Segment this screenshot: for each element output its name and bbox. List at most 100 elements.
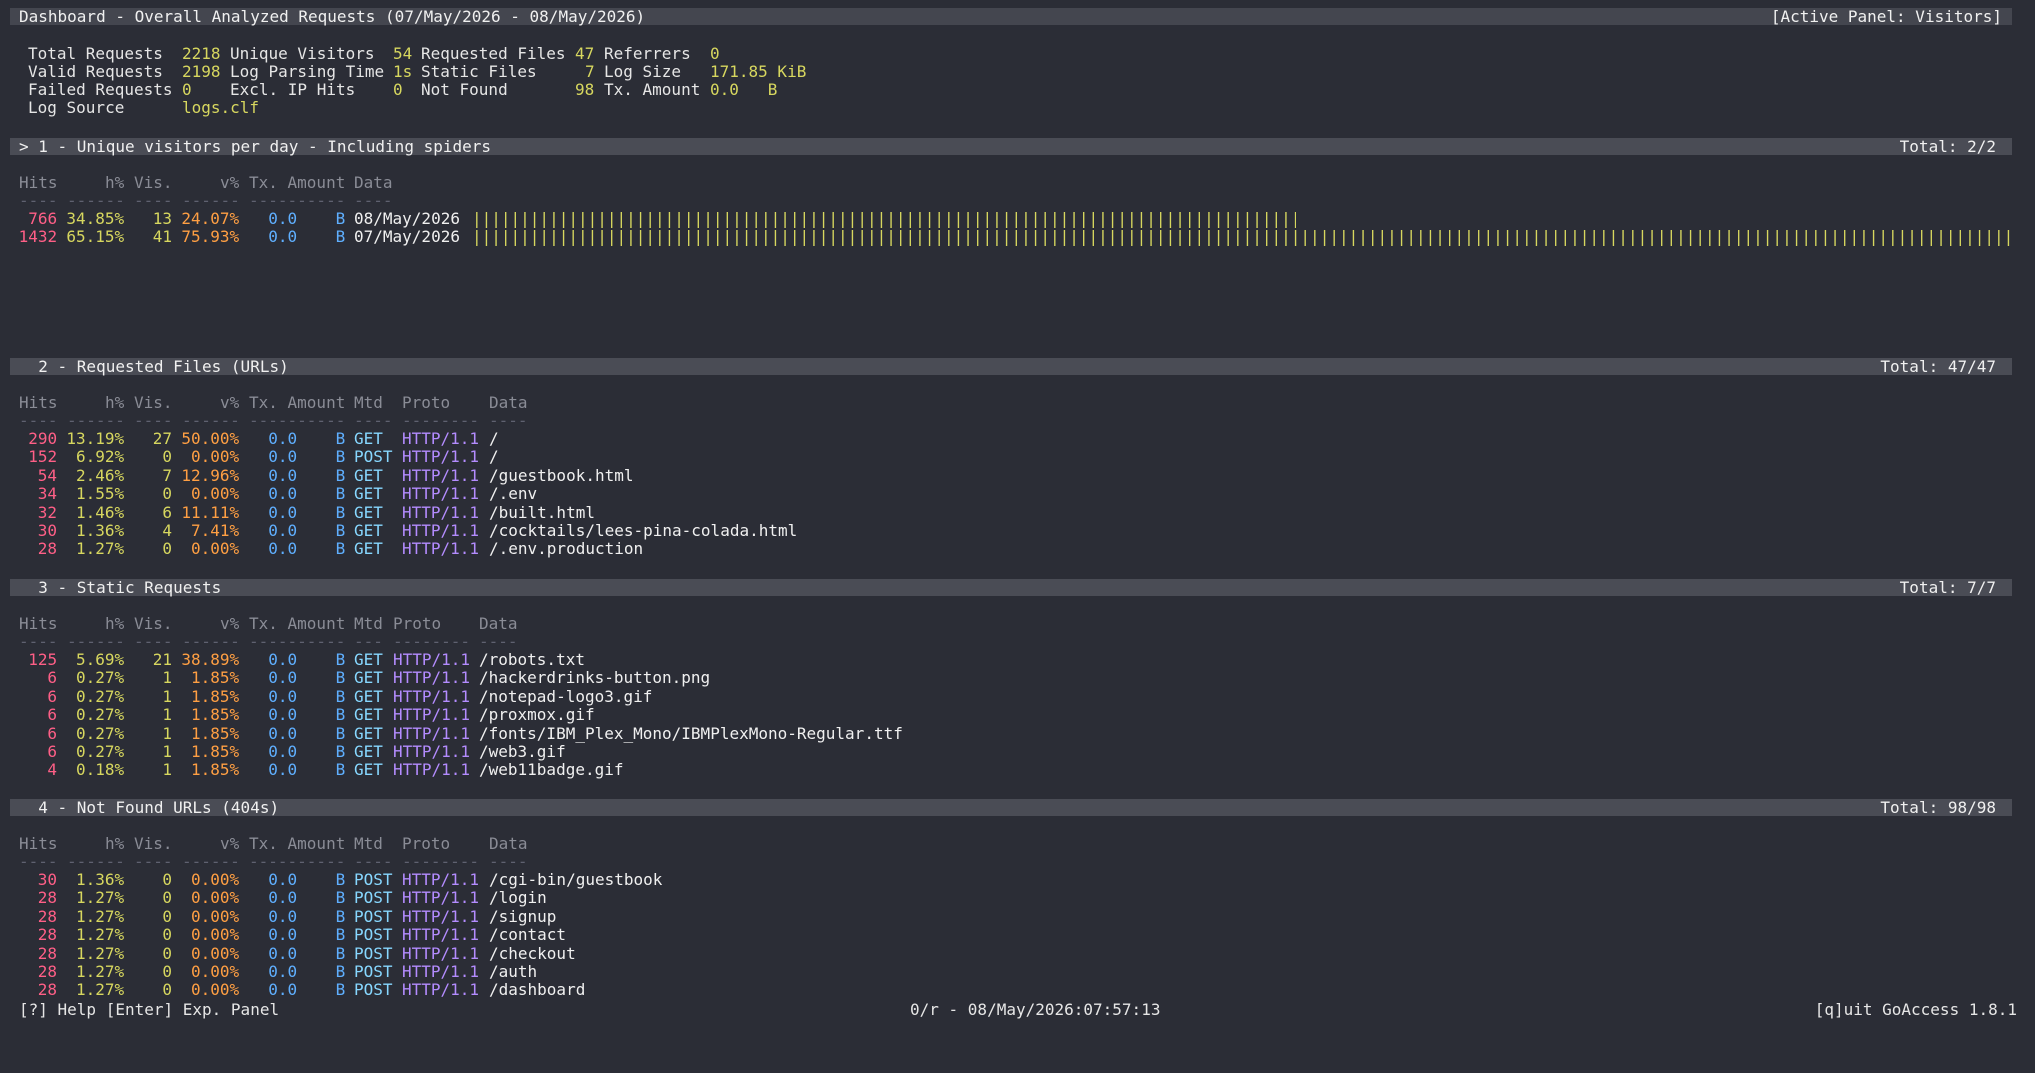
hits-percent: 0.27% (76, 686, 125, 706)
dashboard-header: Dashboard - Overall Analyzed Requests (0… (10, 8, 2012, 25)
visitors-percent: 0.00% (191, 906, 240, 926)
table-row[interactable]: 125 5.69% 21 38.89% 0.0 B GET HTTP/1.1/robots.… (0, 651, 2035, 669)
table-row[interactable]: 54 2.46% 7 12.96% 0.0 B GET HTTP/1.1/guestbook… (0, 465, 2035, 485)
hits-value: 290 (28, 429, 58, 448)
overview-row-1: Total Requests 2218 Unique Visitors 54 R… (0, 45, 720, 63)
url-value: /checkout (489, 943, 576, 963)
visitors-value: 7 (162, 465, 173, 485)
panel-visitors-divider: ---- ------ ---- ------ ---------- ---- (0, 192, 393, 210)
col-hits: Hits (19, 393, 58, 412)
url-value: /robots.txt (479, 650, 585, 669)
protocol-value: HTTP/1.1 (402, 943, 480, 963)
hits-value: 6 (47, 668, 58, 688)
url-value: /web3.gif (479, 742, 566, 761)
table-row[interactable]: 6 0.27% 1 1.85% 0.0 B GET HTTP/1.1/web3.gif (0, 743, 2035, 761)
table-row[interactable]: 28 1.27% 0 0.00% 0.0 B POST HTTP/1.1/signup (0, 906, 2035, 926)
dash-vpct: ------ (182, 852, 240, 871)
hits-percent: 1.27% (76, 962, 125, 981)
hits-percent: 1.27% (76, 943, 125, 963)
hits-value: 4 (47, 760, 58, 780)
panel-notfound-header[interactable]: 4 - Not Found URLs (404s) Total: 98/98 (10, 799, 2012, 816)
hits-percent: 1.55% (76, 484, 125, 504)
table-row[interactable]: 6 0.27% 1 1.85% 0.0 B GET HTTP/1.1/fonts/IBM_P… (0, 724, 2035, 743)
col-vpct: v% (220, 393, 240, 412)
col-hits: Hits (19, 834, 58, 853)
panel-visitors-total: Total: 2/2 (1899, 137, 1996, 156)
table-row[interactable]: 30 1.36% 4 7.41% 0.0 B GET HTTP/1.1/cocktails/… (0, 522, 2035, 540)
table-row[interactable]: 6 0.27% 1 1.85% 0.0 B GET HTTP/1.1/notepad-log… (0, 686, 2035, 706)
panel-requests-total: Total: 47/47 (1880, 357, 1996, 376)
table-row[interactable]: 6 0.27% 1 1.85% 0.0 B GET HTTP/1.1/hackerdrink… (0, 669, 2035, 687)
table-row[interactable]: 28 1.27% 0 0.00% 0.0 B POST HTTP/1.1/contact (0, 926, 2035, 944)
protocol-value: HTTP/1.1 (402, 502, 480, 522)
table-row[interactable]: 290 13.19% 27 50.00% 0.0 B GET HTTP/1.1 / (0, 430, 2035, 448)
tx-amount: 0.0 B (268, 943, 346, 963)
visitors-value: 6 (162, 502, 173, 522)
table-row[interactable]: 34 1.55% 0 0.00% 0.0 B GET HTTP/1.1 /.env (0, 485, 2035, 503)
tx-amount-label: Tx. Amount (604, 80, 701, 99)
protocol-value: HTTP/1.1 (402, 484, 480, 504)
referrers-value: 0 (710, 44, 720, 63)
method-value: GET (354, 686, 383, 706)
method-value: GET (354, 760, 383, 780)
method-value: GET (354, 539, 383, 559)
method-value: GET (354, 429, 383, 448)
hits-percent: 1.27% (76, 925, 125, 945)
table-row[interactable]: 152 6.92% 0 0.00% 0.0 B POST HTTP/1.1 / (0, 448, 2035, 466)
panel-static-header[interactable]: 3 - Static Requests Total: 7/7 (10, 579, 2012, 596)
tx-amount: 0.0 B (268, 227, 346, 246)
table-row[interactable]: 28 1.27% 0 0.00% 0.0 B POST HTTP/1.1/dashboard (0, 981, 2035, 999)
dash-hits: ---- (19, 191, 58, 210)
panel-requests-header[interactable]: 2 - Requested Files (URLs) Total: 47/47 (10, 358, 2012, 375)
col-protocol: Proto (393, 614, 442, 633)
visitors-percent: 0.00% (191, 925, 240, 945)
method-value: POST (354, 980, 393, 1000)
url-value: /auth (489, 962, 538, 981)
hits-value: 6 (47, 742, 58, 761)
col-data: Data (354, 173, 393, 192)
method-value: GET (354, 668, 383, 688)
table-row[interactable]: 6 0.27% 1 1.85% 0.0 B GET HTTP/1.1/proxmox.gif (0, 706, 2035, 724)
hits-value: 32 (37, 502, 58, 522)
dash-vis: ---- (134, 852, 173, 871)
visitors-percent: 1.85% (191, 686, 240, 706)
tx-amount: 0.0 B (268, 742, 346, 761)
tx-amount: 0.0 B (268, 668, 346, 688)
referrers-label: Referrers (604, 44, 691, 63)
panel-visitors-header[interactable]: > 1 - Unique visitors per day - Includin… (10, 138, 2012, 155)
tx-amount: 0.0 B (268, 539, 346, 559)
visitors-percent: 0.00% (191, 943, 240, 963)
hits-value: 1432 (18, 227, 58, 246)
method-value: POST (354, 906, 393, 926)
table-row[interactable]: 1432 65.15% 41 75.93% 0.0 B 07/May/2026 ||||||… (0, 228, 2035, 246)
dash-tx: ---------- (249, 852, 346, 871)
protocol-value: HTTP/1.1 (402, 465, 480, 485)
total-requests-value: 2218 (182, 44, 221, 63)
method-value: POST (354, 925, 393, 945)
table-row[interactable]: 28 1.27% 0 0.00% 0.0 B POST HTTP/1.1/login (0, 889, 2035, 907)
tx-amount: 0.0 B (268, 650, 346, 669)
log-size-value: 171.85 KiB (710, 62, 807, 81)
table-row[interactable]: 30 1.36% 0 0.00% 0.0 B POST HTTP/1.1/cgi-bin/g… (0, 871, 2035, 889)
protocol-value: HTTP/1.1 (402, 429, 480, 448)
tx-amount-value: 0.0 B (710, 80, 778, 99)
visitors-value: 0 (162, 962, 173, 981)
hits-percent: 1.46% (76, 502, 125, 522)
visitors-percent: 50.00% (181, 429, 240, 448)
dash-protocol: -------- (402, 411, 480, 430)
panel-notfound-total: Total: 98/98 (1880, 798, 1996, 817)
table-row[interactable]: 766 34.85% 13 24.07% 0.0 B 08/May/2026 |||||||… (0, 210, 2035, 228)
table-row[interactable]: 4 0.18% 1 1.85% 0.0 B GET HTTP/1.1/web11badge.… (0, 761, 2035, 779)
table-row[interactable]: 28 1.27% 0 0.00% 0.0 B POST HTTP/1.1/checkout (0, 943, 2035, 963)
quit-version[interactable]: [q]uit GoAccess 1.8.1 (1815, 1001, 2017, 1019)
table-row[interactable]: 32 1.46% 6 11.11% 0.0 B GET HTTP/1.1/built.htm… (0, 502, 2035, 522)
panel4-column-headers: Hits h% Vis. v% Tx. Amount Mtd Proto Data (0, 835, 2035, 853)
col-method: Mtd (354, 393, 383, 412)
table-row[interactable]: 28 1.27% 0 0.00% 0.0 B POST HTTP/1.1/auth (0, 963, 2035, 981)
visitors-value: 0 (162, 539, 173, 559)
table-row[interactable]: 28 1.27% 0 0.00% 0.0 B GET HTTP/1.1 /.env.produ… (0, 540, 2035, 558)
help-hint[interactable]: [?] Help [Enter] Exp. Panel (19, 1001, 279, 1019)
col-vpct: v% (220, 614, 240, 633)
hits-percent: 34.85% (66, 209, 125, 228)
date-value: 08/May/2026 (354, 209, 460, 228)
